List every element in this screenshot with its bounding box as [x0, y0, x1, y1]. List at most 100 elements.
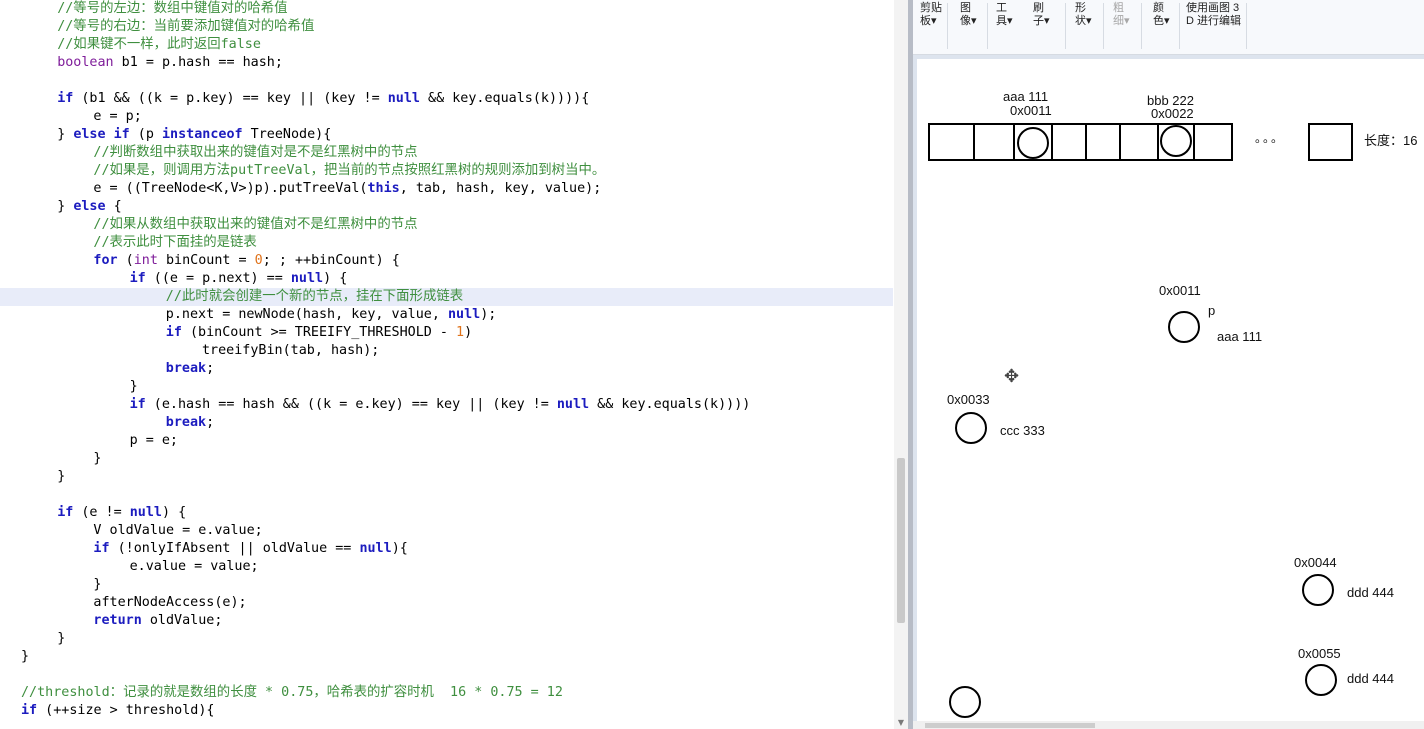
- code-line[interactable]: //等号的右边：当前要添加键值对的哈希值: [0, 18, 893, 36]
- code-line-content: e = p;: [93, 108, 141, 126]
- code-line[interactable]: //判断数组中获取出来的键值对是不是红黑树中的节点: [0, 144, 893, 162]
- code-line[interactable]: }: [0, 630, 893, 648]
- array-cell: [1085, 123, 1121, 161]
- code-line[interactable]: p = e;: [0, 432, 893, 450]
- code-line-content: if (binCount >= TREEIFY_THRESHOLD - 1): [166, 324, 472, 342]
- ribbon-separator: [987, 3, 988, 49]
- code-line[interactable]: //threshold：记录的就是数组的长度 * 0.75，哈希表的扩容时机 1…: [0, 684, 893, 702]
- code-token: null: [290, 271, 324, 286]
- code-line-content: for (int binCount = 0; ; ++binCount) {: [93, 252, 399, 270]
- code-token: }: [57, 469, 66, 484]
- code-line[interactable]: V oldValue = e.value;: [0, 522, 893, 540]
- code-token: //此时就会创建一个新的节点，挂在下面形成链表: [165, 289, 464, 304]
- code-line[interactable]: for (int binCount = 0; ; ++binCount) {: [0, 252, 893, 270]
- code-token: binCount =: [157, 253, 255, 268]
- brushes-button[interactable]: 刷 子▾: [1033, 2, 1050, 52]
- code-token: ) {: [323, 271, 348, 286]
- image-button[interactable]: 图 像▾: [960, 2, 977, 52]
- code-token: else: [73, 199, 106, 214]
- code-line[interactable]: p.next = newNode(hash, key, value, null)…: [0, 306, 893, 324]
- code-token: (e.hash == hash && ((k = e.key) == key |…: [145, 397, 557, 412]
- vertical-scrollbar[interactable]: ▼: [894, 0, 908, 729]
- code-line[interactable]: }: [0, 468, 893, 486]
- code-token: ((e = p.next) ==: [145, 271, 291, 286]
- code-line[interactable]: break;: [0, 360, 893, 378]
- clipboard-button[interactable]: 剪贴 板▾: [920, 2, 942, 52]
- code-token: }: [93, 577, 102, 592]
- code-line-content: return oldValue;: [93, 612, 222, 630]
- code-line[interactable]: treeifyBin(tab, hash);: [0, 342, 893, 360]
- code-token: //等号的左边：数组中键值对的哈希值: [57, 1, 288, 16]
- paint3d-button[interactable]: 使用画图 3 D 进行编辑: [1186, 2, 1241, 52]
- chevron-down-icon[interactable]: ▼: [894, 717, 908, 729]
- brushes-label-1: 刷: [1033, 2, 1044, 14]
- code-token: break: [165, 361, 207, 376]
- code-token: boolean: [57, 55, 114, 70]
- code-line-content: //判断数组中获取出来的键值对是不是红黑树中的节点: [93, 144, 417, 162]
- code-line[interactable]: e = p;: [0, 108, 893, 126]
- code-token: (e !=: [73, 505, 130, 520]
- code-line[interactable]: if (b1 && ((k = p.key) == key || (key !=…: [0, 90, 893, 108]
- paint3d-label-2: D 进行编辑: [1186, 15, 1241, 27]
- code-token: if: [21, 703, 38, 718]
- code-line[interactable]: if ((e = p.next) == null) {: [0, 270, 893, 288]
- code-line[interactable]: }: [0, 648, 893, 666]
- code-token: (!onlyIfAbsent || oldValue ==: [109, 541, 360, 556]
- array-cell: [928, 123, 975, 161]
- code-line[interactable]: [0, 666, 893, 684]
- code-line[interactable]: //如果是，则调用方法putTreeVal，把当前的节点按照红黑树的规则添加到树…: [0, 162, 893, 180]
- code-line[interactable]: afterNodeAccess(e);: [0, 594, 893, 612]
- code-line[interactable]: //等号的左边：数组中键值对的哈希值: [0, 0, 893, 18]
- code-line[interactable]: if (binCount >= TREEIFY_THRESHOLD - 1): [0, 324, 893, 342]
- code-line[interactable]: if (++size > threshold){: [0, 702, 893, 720]
- array-label-aaa: aaa 111: [1003, 89, 1049, 104]
- array-addr-0x0011: 0x0011: [1010, 103, 1052, 118]
- linked-node: [949, 686, 981, 718]
- code-line[interactable]: if (e != null) {: [0, 504, 893, 522]
- code-line[interactable]: }: [0, 576, 893, 594]
- size-button[interactable]: 粗 细▾: [1113, 2, 1130, 52]
- code-token: && key.equals(k)))){: [419, 91, 590, 106]
- code-line[interactable]: //表示此时下面挂的是链表: [0, 234, 893, 252]
- shapes-label-1: 形: [1075, 2, 1086, 14]
- code-token: && key.equals(k)))): [589, 397, 751, 412]
- code-line[interactable]: //如果从数组中获取出来的键值对不是红黑树中的节点: [0, 216, 893, 234]
- code-line-content: if (!onlyIfAbsent || oldValue == null){: [93, 540, 407, 558]
- code-token: b1 = p.hash == hash;: [113, 55, 283, 70]
- code-line[interactable]: if (!onlyIfAbsent || oldValue == null){: [0, 540, 893, 558]
- code-token: //如果是，则调用方法putTreeVal，把当前的节点按照红黑树的规则添加到树…: [93, 163, 606, 178]
- horizontal-scrollbar[interactable]: [913, 721, 1424, 729]
- code-line[interactable]: //此时就会创建一个新的节点，挂在下面形成链表: [0, 288, 893, 306]
- code-line[interactable]: e = ((TreeNode<K,V>)p).putTreeVal(this, …: [0, 180, 893, 198]
- node-value: ddd 444: [1347, 671, 1394, 686]
- code-line[interactable]: } else if (p instanceof TreeNode){: [0, 126, 893, 144]
- scrollbar-thumb[interactable]: [897, 458, 905, 623]
- drawing-canvas[interactable]: aaa 111 0x0011 bbb 222 0x0022 。。。 长度：16 …: [917, 59, 1424, 729]
- shapes-button[interactable]: 形 状▾: [1075, 2, 1092, 52]
- clipboard-label-2: 板▾: [920, 15, 937, 27]
- code-line[interactable]: e.value = value;: [0, 558, 893, 576]
- code-line[interactable]: //如果键不一样，此时返回false: [0, 36, 893, 54]
- code-line[interactable]: } else {: [0, 198, 893, 216]
- code-token: if: [129, 397, 146, 412]
- code-line[interactable]: break;: [0, 414, 893, 432]
- node-addr: 0x0011: [1159, 283, 1201, 298]
- code-line[interactable]: boolean b1 = p.hash == hash;: [0, 54, 893, 72]
- code-line-content: }: [130, 378, 138, 396]
- code-token: e.value = value;: [129, 559, 259, 574]
- code-line[interactable]: }: [0, 378, 893, 396]
- scrollbar-thumb[interactable]: [925, 723, 1095, 728]
- code-area[interactable]: //等号的左边：数组中键值对的哈希值 //等号的右边：当前要添加键值对的哈希值 //…: [0, 0, 893, 720]
- code-line[interactable]: if (e.hash == hash && ((k = e.key) == ke…: [0, 396, 893, 414]
- paint-ribbon: 剪贴 板▾ 图 像▾ 工 具▾ 刷 子▾ 形 状▾ 粗 细▾ 颜 色▾ 使用画图…: [913, 0, 1424, 55]
- tools-button[interactable]: 工 具▾: [996, 2, 1013, 52]
- code-editor[interactable]: //等号的左边：数组中键值对的哈希值 //等号的右边：当前要添加键值对的哈希值 //…: [0, 0, 908, 729]
- code-token: ; ; ++binCount) {: [262, 253, 400, 268]
- code-line[interactable]: [0, 72, 893, 90]
- code-line[interactable]: [0, 486, 893, 504]
- code-line[interactable]: return oldValue;: [0, 612, 893, 630]
- code-token: if: [93, 541, 110, 556]
- code-line[interactable]: }: [0, 450, 893, 468]
- code-token: e = p;: [93, 109, 142, 124]
- colors-button[interactable]: 颜 色▾: [1153, 2, 1170, 52]
